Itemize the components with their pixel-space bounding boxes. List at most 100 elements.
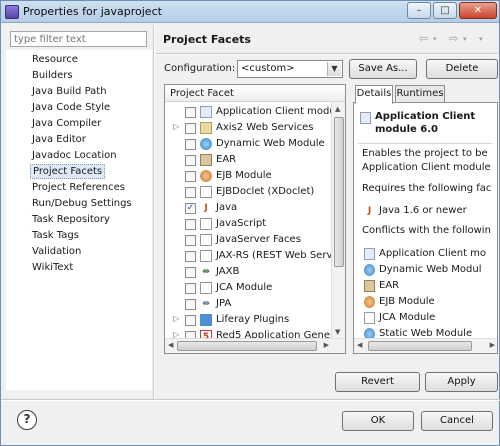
page-title: Project Facets [163, 33, 251, 46]
facet-row[interactable]: EJBDoclet (XDoclet) [165, 184, 331, 200]
facet-checkbox[interactable] [185, 235, 196, 246]
facet-checkbox[interactable] [185, 267, 196, 278]
facet-column-header[interactable]: Project Facet [165, 85, 345, 102]
jar-icon [364, 280, 375, 292]
doc-icon [200, 250, 212, 262]
scrollbar-thumb[interactable] [368, 341, 472, 351]
facet-checkbox-checked[interactable]: ✓ [185, 203, 196, 214]
facet-vertical-scrollbar[interactable]: ▲ ▼ [331, 102, 345, 339]
scroll-right-icon[interactable]: ▶ [324, 341, 329, 349]
facet-label: Liferay Plugins [216, 314, 290, 325]
configuration-select[interactable]: <custom> ▼ [237, 60, 343, 78]
revert-button[interactable]: Revert [335, 372, 420, 392]
nav-item-javadoc-location[interactable]: Javadoc Location [30, 148, 119, 163]
arrows-icon: ⇹ [202, 267, 210, 277]
facet-checkbox[interactable] [185, 251, 196, 262]
conflict-item: JCA Module [379, 312, 436, 323]
nav-item-resource[interactable]: Resource [30, 52, 80, 67]
scroll-up-icon[interactable]: ▲ [335, 105, 340, 113]
eclipse-app-icon [5, 5, 19, 19]
scroll-left-icon[interactable]: ◀ [357, 341, 362, 349]
scroll-right-icon[interactable]: ▶ [490, 341, 495, 349]
scroll-left-icon[interactable]: ◀ [168, 341, 173, 349]
facet-checkbox[interactable] [185, 187, 196, 198]
expand-arrow-icon[interactable]: ▷ [173, 314, 179, 323]
title-bar[interactable]: Properties for javaproject – □ ✕ [1, 1, 499, 23]
facet-row[interactable]: ⇹ JAXB [165, 264, 331, 280]
facet-checkbox[interactable] [185, 139, 196, 150]
nav-item-validation[interactable]: Validation [30, 244, 83, 259]
scroll-down-icon[interactable]: ▼ [335, 328, 340, 336]
conflicts-heading: Conflicts with the followin [362, 225, 491, 236]
facet-label: EJBDoclet (XDoclet) [216, 186, 315, 197]
bean-icon [200, 170, 212, 182]
save-as-button[interactable]: Save As... [349, 59, 417, 79]
view-menu-icon[interactable]: ▾ [479, 35, 483, 43]
details-description-line1: Enables the project to be [362, 148, 488, 159]
facet-row[interactable]: ▷ Axis2 Web Services [165, 120, 331, 136]
doc-icon [200, 218, 212, 230]
expand-arrow-icon[interactable]: ▷ [173, 122, 179, 131]
scrollbar-thumb[interactable] [177, 341, 317, 351]
facet-checkbox[interactable] [185, 299, 196, 310]
facet-row[interactable]: JCA Module [165, 280, 331, 296]
details-panel: Application Client module 6.0 Enables th… [353, 102, 498, 354]
facet-row[interactable]: Dynamic Web Module [165, 136, 331, 152]
sash-divider[interactable] [153, 25, 155, 399]
nav-item-builders[interactable]: Builders [30, 68, 75, 83]
tab-details[interactable]: Details [355, 85, 393, 104]
nav-item-java-compiler[interactable]: Java Compiler [30, 116, 103, 131]
back-menu-icon[interactable]: ▾ [433, 35, 437, 43]
tab-runtimes[interactable]: Runtimes [395, 85, 445, 103]
close-button[interactable]: ✕ [459, 2, 497, 19]
facet-horizontal-scrollbar[interactable]: ◀ ▶ [165, 338, 345, 353]
apply-button[interactable]: Apply [425, 372, 498, 392]
forward-menu-icon[interactable]: ▾ [463, 35, 467, 43]
facet-checkbox[interactable] [185, 315, 196, 326]
facet-row[interactable]: JAX-RS (REST Web Services) [165, 248, 345, 264]
facet-row[interactable]: JavaServer Faces [165, 232, 331, 248]
minimize-button[interactable]: – [407, 2, 431, 19]
facet-checkbox[interactable] [185, 155, 196, 166]
conflict-item: Application Client mo [379, 248, 487, 259]
facet-checkbox[interactable] [185, 219, 196, 230]
filter-input[interactable] [10, 31, 147, 47]
nav-item-task-repository[interactable]: Task Repository [30, 212, 112, 227]
facet-label: Application Client module [216, 106, 345, 117]
forward-arrow-icon[interactable]: ⇨ [449, 32, 458, 45]
help-icon[interactable]: ? [17, 410, 37, 430]
facet-checkbox[interactable] [185, 123, 196, 134]
nav-item-project-references[interactable]: Project References [30, 180, 127, 195]
nav-item-java-build-path[interactable]: Java Build Path [30, 84, 109, 99]
facet-label: Dynamic Web Module [216, 138, 325, 149]
chevron-down-icon[interactable]: ▼ [327, 62, 341, 76]
facet-row[interactable]: JavaScript [165, 216, 331, 232]
facet-row[interactable]: Application Client module [165, 104, 345, 120]
scrollbar-thumb[interactable] [334, 117, 344, 267]
nav-item-task-tags[interactable]: Task Tags [30, 228, 81, 243]
nav-item-wikitext[interactable]: WikiText [30, 260, 75, 275]
nav-item-java-code-style[interactable]: Java Code Style [30, 100, 112, 115]
facet-row[interactable]: ▷ Liferay Plugins [165, 312, 331, 328]
ok-button[interactable]: OK [342, 411, 414, 431]
facet-checkbox[interactable] [185, 107, 196, 118]
requires-heading: Requires the following fac [362, 183, 492, 194]
cancel-button[interactable]: Cancel [421, 411, 493, 431]
delete-button[interactable]: Delete [426, 59, 498, 79]
maximize-button[interactable]: □ [433, 2, 457, 19]
property-page-list: Resource Builders Java Build Path Java C… [6, 50, 152, 390]
back-arrow-icon[interactable]: ⇦ [419, 32, 428, 45]
globe-icon [200, 138, 212, 150]
facet-checkbox[interactable] [185, 283, 196, 294]
nav-item-run-debug-settings[interactable]: Run/Debug Settings [30, 196, 134, 211]
nav-item-project-facets[interactable]: Project Facets [30, 164, 106, 179]
details-horizontal-scrollbar[interactable]: ◀ ▶ [354, 338, 497, 353]
facet-row[interactable]: EAR [165, 152, 331, 168]
facet-label: JPA [216, 298, 232, 309]
facet-row[interactable]: ⇹ JPA [165, 296, 331, 312]
facet-checkbox[interactable] [185, 171, 196, 182]
nav-item-java-editor[interactable]: Java Editor [30, 132, 88, 147]
facet-row[interactable]: ✓ J Java [165, 200, 331, 216]
facet-label: JCA Module [216, 282, 273, 293]
facet-row[interactable]: EJB Module [165, 168, 331, 184]
